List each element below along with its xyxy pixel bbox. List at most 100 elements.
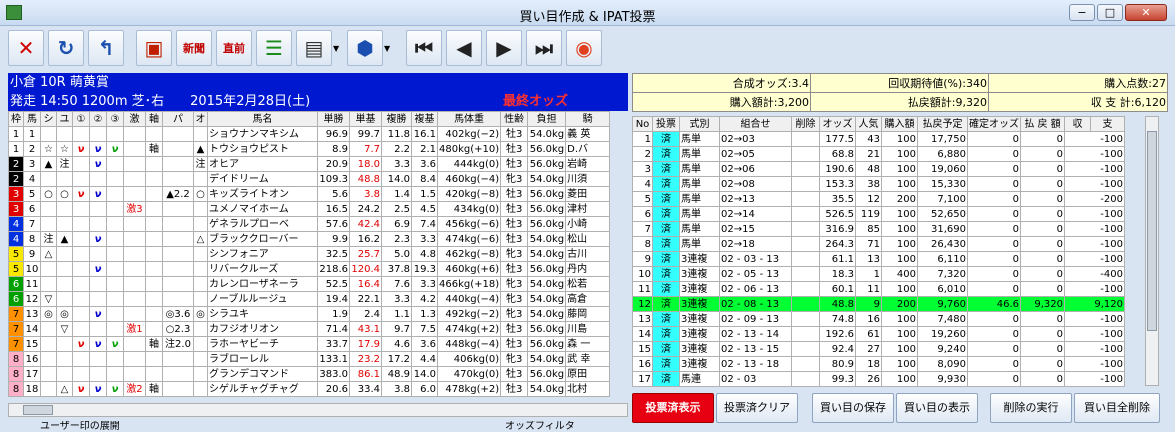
dropdown-arrow-icon[interactable]: ▼: [333, 44, 342, 53]
bet-row[interactable]: 5 済馬単 02→13 35.5 12 200 7,100 0 0 -200: [632, 191, 1125, 207]
scroll-thumb[interactable]: [1147, 131, 1157, 331]
column-header: オ: [193, 111, 208, 127]
horse-b-cell: 12: [23, 291, 41, 307]
close-button[interactable]: ✕: [1125, 4, 1167, 21]
horse-row[interactable]: 7 13 ◎ ◎ ν ◎3.6 ◎ シラユキ 1.9 2.4 1.1 1.3 492kg(−2) 牝3 54…: [8, 306, 611, 322]
horse-jk-cell: 小崎: [565, 216, 611, 232]
bet-del-cell[interactable]: [791, 146, 820, 162]
dropdown-arrow-icon[interactable]: ▼: [384, 44, 393, 53]
horse-g-cell: [123, 156, 146, 172]
bet-del-cell[interactable]: [791, 206, 820, 222]
bet-row[interactable]: 2 済馬単 02→05 68.8 21 100 6,880 0 0 -100: [632, 146, 1125, 162]
voted-clear-button[interactable]: 投票済クリア: [716, 393, 798, 423]
bet-del-cell[interactable]: [791, 251, 820, 267]
horse-row[interactable]: 2 4 デイドリーム 109.3 48.8 14.0 8.4 460kg(−4) 牝3 54.0k…: [8, 171, 611, 187]
horse-row[interactable]: 3 5 ○ ○ ν ν ▲2.2 ○ キッズライトオン 5.6 3.8 1.4 1.5 420kg(−8)…: [8, 186, 611, 202]
horse-row[interactable]: 5 10 ν リバークルーズ 218.6 120.4 37.8 19.3 460kg(+6) 牡3…: [8, 261, 611, 277]
horse-row[interactable]: 8 17 グランデコマンド 383.0 86.1 48.9 14.0 470kg(0) 牡3 56…: [8, 366, 611, 382]
bet-row[interactable]: 6 済馬単 02→14 526.5 119 100 52,650 0 0 -100: [632, 206, 1125, 222]
bet-row[interactable]: 10 済 3連複 02 - 05 - 13 18.3 1 400 7,320 0 0 -400: [632, 266, 1125, 282]
delete-all-button[interactable]: 買い目全削除: [1074, 393, 1160, 423]
bet-row[interactable]: 7 済馬単 02→15 316.9 85 100 31,690 0 0 -100: [632, 221, 1125, 237]
prev-button[interactable]: ◀: [446, 30, 482, 66]
bet-vertical-scrollbar[interactable]: [1145, 116, 1159, 386]
horse-row[interactable]: 8 18 △ ν ν ν 激2 軸シゲルチャグチャグ 20.6 33.4 3.8 6.0 478kg(+…: [8, 381, 611, 397]
bet-row[interactable]: 9 済 3連複 02 - 03 - 13 61.1 13 100 6,110 0 0 -100: [632, 251, 1125, 267]
horse-row[interactable]: 4 7 ゲネラルプローベ 57.6 42.4 6.9 7.4 456kg(−6) 牡3 56.0k…: [8, 216, 611, 232]
document-button[interactable]: ▤: [296, 30, 332, 66]
bet-row[interactable]: 4 済馬単 02→08 153.3 38 100 15,330 0 0 -100: [632, 176, 1125, 192]
horse-row[interactable]: 7 14 ▽ 激1 ○2.3 カフジオリオン 71.4 43.1 9.7 7.5 474kg(+2)…: [8, 321, 611, 337]
bet-del-cell[interactable]: [791, 296, 820, 312]
bet-del-cell[interactable]: [791, 131, 820, 147]
save-bets-button[interactable]: 買い目の保存: [812, 393, 894, 423]
minimize-button[interactable]: −: [1069, 4, 1095, 21]
bet-row[interactable]: 14 済 3連複 02 - 13 - 14 192.6 61 100 19,260 0 0 -100: [632, 326, 1125, 342]
direct-button[interactable]: 直前: [216, 30, 252, 66]
horse-tan-cell: 20.9: [317, 156, 350, 172]
horse-row[interactable]: 1 1 ショウナンマキシム 96.9 99.7 11.8 16.1 402kg(−2) 牡3 54…: [8, 126, 611, 142]
show-bets-button[interactable]: 買い目の表示: [896, 393, 978, 423]
next-button[interactable]: ▶: [486, 30, 522, 66]
horse-row[interactable]: 2 3 ▲ 注 ν 注オヒア 20.9 18.0 3.3 3.6 444kg(0) 牡3 56.0kg 岩…: [8, 156, 611, 172]
horse-row[interactable]: 1 2 ☆ ☆ ν ν ν 軸 ▲ トウショウピスト 8.9 7.7 2.2 2.1 480kg(+10) 牡…: [8, 141, 611, 157]
new-race-button[interactable]: 新聞: [176, 30, 212, 66]
bet-del-cell[interactable]: [791, 176, 820, 192]
horse-row[interactable]: 5 9 △ シンフォニア 32.5 25.7 5.0 4.8 462kg(−8) 牝3 54.0kg…: [8, 246, 611, 262]
maximize-button[interactable]: □: [1097, 4, 1123, 21]
bet-del-cell[interactable]: [791, 191, 820, 207]
close-x-button[interactable]: ✕: [8, 30, 44, 66]
bet-p-cell: 61: [855, 326, 882, 342]
horse-o-cell: △: [193, 231, 208, 247]
voted-show-button[interactable]: 投票済表示: [632, 393, 714, 423]
bet-row[interactable]: 11 済 3連複 02 - 06 - 13 60.1 11 100 6,010 0 0 -100: [632, 281, 1125, 297]
bet-row[interactable]: 16 済 3連複 02 - 13 - 18 80.9 18 100 8,090 0 0 -100: [632, 356, 1125, 372]
horse-tk-cell: 120.4: [349, 261, 382, 277]
screen-button[interactable]: ▣: [136, 30, 172, 66]
bet-row[interactable]: 13 済 3連複 02 - 09 - 13 74.8 16 100 7,480 0 0 -100: [632, 311, 1125, 327]
horse-sa-cell: 牡3: [500, 321, 529, 337]
bet-del-cell[interactable]: [791, 221, 820, 237]
bet-del-cell[interactable]: [791, 341, 820, 357]
bet-row[interactable]: 8 済馬単 02→18 264.3 71 100 26,430 0 0 -100: [632, 236, 1125, 252]
return-button[interactable]: ↰: [88, 30, 124, 66]
bet-row[interactable]: 15 済 3連複 02 - 13 - 15 92.4 27 100 9,240 0 0 -100: [632, 341, 1125, 357]
bet-del-cell[interactable]: [791, 326, 820, 342]
bet-del-cell[interactable]: [791, 266, 820, 282]
horse-bw-cell: 420kg(−8): [436, 186, 502, 202]
execute-delete-button[interactable]: 削除の実行: [990, 393, 1072, 423]
bet-c-cell: 02→05: [719, 146, 792, 162]
list-button[interactable]: ☰: [256, 30, 292, 66]
horse-row[interactable]: 8 16 ラブローレル 133.1 23.2 17.2 4.4 406kg(0) 牝3 54.0k…: [8, 351, 611, 367]
column-header: 式別: [679, 116, 720, 132]
ipat-logo-button[interactable]: ◉: [566, 30, 602, 66]
bet-row[interactable]: 17 済馬連 02 - 03 99.3 26 100 9,930 0 0 -100: [632, 371, 1125, 387]
bet-del-cell[interactable]: [791, 161, 820, 177]
first-button[interactable]: ⏮: [406, 30, 442, 66]
last-button[interactable]: ⏭: [526, 30, 562, 66]
bet-del-cell[interactable]: [791, 281, 820, 297]
horse-m2-cell: ν: [89, 186, 107, 202]
vote-button[interactable]: ⬢: [347, 30, 383, 66]
horse-p-cell: [162, 126, 194, 142]
horse-horizontal-scrollbar[interactable]: [8, 403, 628, 417]
column-header: 確定オッズ: [967, 116, 1021, 132]
horse-row[interactable]: 3 6 激3 ユメノマイホーム 16.5 24.2 2.5 4.5 434kg(0) 牡3 56.0…: [8, 201, 611, 217]
bet-del-cell[interactable]: [791, 311, 820, 327]
bet-no-cell: 8: [632, 236, 653, 252]
bet-row[interactable]: 3 済馬単 02→06 190.6 48 100 19,060 0 0 -100: [632, 161, 1125, 177]
horse-row[interactable]: 6 12 ▽ ノーブルルージュ 19.4 22.1 3.3 4.2 440kg(−4) 牝3 54.…: [8, 291, 611, 307]
bet-pb-cell: 0: [1020, 341, 1065, 357]
horse-tan-cell: 71.4: [317, 321, 350, 337]
bet-del-cell[interactable]: [791, 356, 820, 372]
horse-row[interactable]: 6 11 カレンローザネーラ 52.5 16.4 7.6 3.3 466kg(+18) 牝3 54…: [8, 276, 611, 292]
bet-row[interactable]: 1 済馬単 02→03 177.5 43 100 17,750 0 0 -100: [632, 131, 1125, 147]
scroll-thumb[interactable]: [23, 405, 53, 415]
bet-del-cell[interactable]: [791, 236, 820, 252]
bet-row[interactable]: 12 済 3連複 02 - 08 - 13 48.8 9 200 9,760 46.6 9,320…: [632, 296, 1125, 312]
horse-fk-cell: 3.6: [411, 156, 438, 172]
refresh-button[interactable]: ↻: [48, 30, 84, 66]
horse-row[interactable]: 7 15 ν ν ν 軸注2.0 ラホーヤビーチ 33.7 17.9 4.6 3.6 448kg(−4…: [8, 336, 611, 352]
horse-row[interactable]: 4 8 注 ▲ ν △ ブラッククローバー 9.9 16.2 2.3 3.3 474kg(−6) 牡3 5…: [8, 231, 611, 247]
bet-del-cell[interactable]: [791, 371, 820, 387]
